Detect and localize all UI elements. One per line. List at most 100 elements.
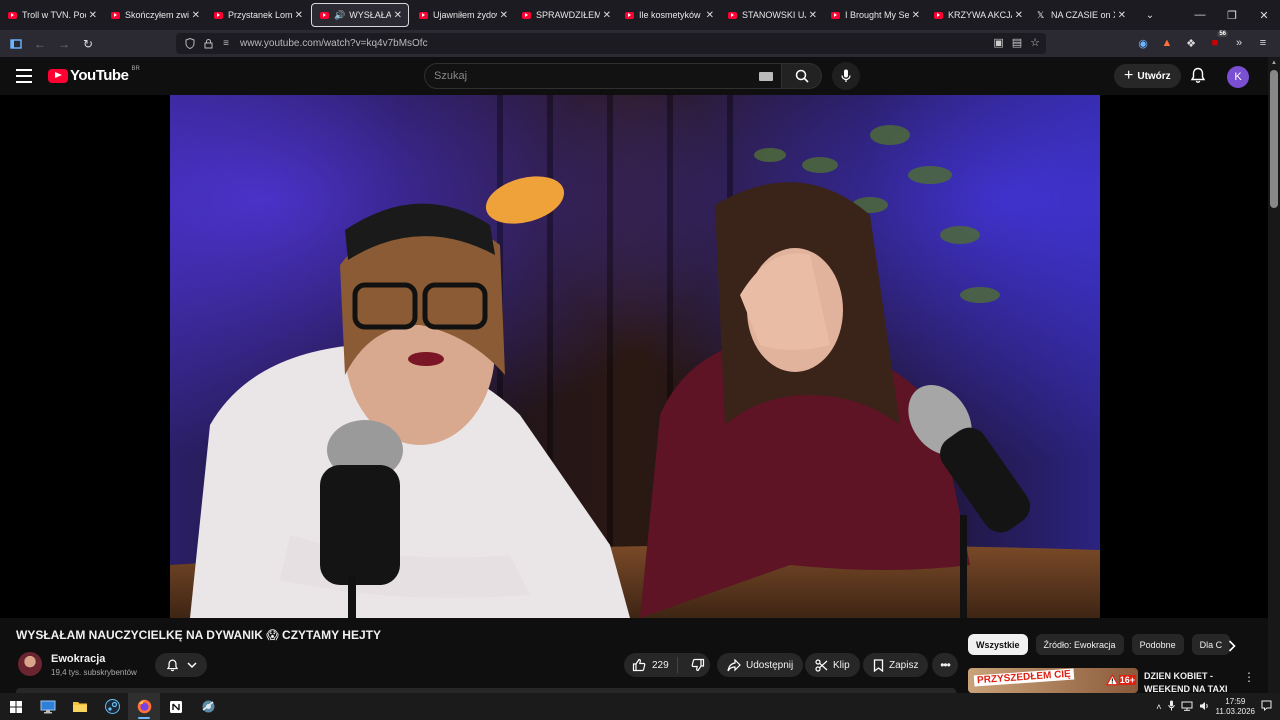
subscription-bell-button[interactable] bbox=[155, 653, 207, 677]
menu-icon[interactable]: ≡ bbox=[1254, 33, 1272, 53]
tab-close-icon[interactable]: ✕ bbox=[1015, 10, 1023, 21]
firefox-icon[interactable] bbox=[128, 693, 160, 720]
browser-tab[interactable]: KRZYWA AKCJA #✕ bbox=[926, 0, 1029, 30]
voice-search-button[interactable] bbox=[832, 62, 860, 90]
browser-tab[interactable]: Skończyłem związ✕ bbox=[103, 0, 206, 30]
ublock-extension-icon[interactable]: ■ 56 bbox=[1206, 31, 1228, 53]
browser-tab[interactable]: 🔊 WYSŁAŁAM N ✕ bbox=[311, 3, 409, 27]
browser-tab-title: Ile kosmetyków w bbox=[639, 10, 703, 20]
search-input[interactable] bbox=[434, 70, 734, 82]
browser-tab-title: WYSŁAŁAM N bbox=[349, 10, 390, 20]
youtube-logo[interactable]: YouTube BR bbox=[48, 66, 140, 84]
channel-avatar[interactable] bbox=[18, 652, 42, 676]
speaker-icon[interactable]: 🔊 bbox=[334, 10, 345, 21]
browser-tab[interactable]: Ujawniłem żydows✕ bbox=[411, 0, 514, 30]
overflow-chevron-icon[interactable]: » bbox=[1230, 33, 1248, 53]
lock-icon[interactable] bbox=[202, 38, 214, 50]
tab-close-icon[interactable]: ✕ bbox=[500, 10, 508, 21]
close-window-icon[interactable]: ✕ bbox=[1248, 0, 1280, 30]
more-actions-button[interactable]: ••• bbox=[932, 653, 958, 677]
thumbs-down-icon bbox=[691, 658, 704, 672]
chip-for-you[interactable]: Dla C bbox=[1191, 634, 1231, 655]
create-label: Utwórz bbox=[1137, 70, 1171, 82]
tab-close-icon[interactable]: ✕ bbox=[706, 10, 714, 21]
browser-tab[interactable]: SPRAWDZIŁEM CZ✕ bbox=[514, 0, 617, 30]
clip-button[interactable]: Klip bbox=[805, 653, 860, 677]
video-player[interactable] bbox=[0, 95, 1268, 618]
like-dislike-group: 229 bbox=[624, 653, 710, 677]
windows-start-icon[interactable] bbox=[0, 693, 32, 720]
tab-close-icon[interactable]: ✕ bbox=[295, 10, 303, 21]
minimize-icon[interactable]: — bbox=[1184, 0, 1216, 30]
search-box[interactable] bbox=[424, 63, 782, 89]
scissors-icon bbox=[815, 658, 828, 672]
back-icon[interactable]: ← bbox=[28, 32, 52, 56]
browser-tab[interactable]: Ile kosmetyków w ✕ bbox=[617, 0, 720, 30]
notion-icon[interactable] bbox=[160, 693, 192, 720]
browser-tab[interactable]: Przystanek Lomba✕ bbox=[206, 0, 309, 30]
steam-icon[interactable] bbox=[96, 693, 128, 720]
recommendation-more-icon[interactable]: ⋮ bbox=[1243, 670, 1255, 684]
channel-name[interactable]: Ewokracja bbox=[51, 653, 105, 665]
tab-close-icon[interactable]: ✕ bbox=[809, 10, 817, 21]
save-button[interactable]: Zapisz bbox=[863, 653, 929, 677]
video-still bbox=[170, 95, 1100, 618]
permissions-icon[interactable]: ≡ bbox=[220, 38, 232, 50]
volume-icon[interactable] bbox=[1199, 701, 1210, 713]
tab-list-chevron-icon[interactable]: ⌄ bbox=[1140, 10, 1160, 21]
account-avatar[interactable]: K bbox=[1227, 66, 1249, 88]
vpn-extension-icon[interactable]: ◉ bbox=[1134, 33, 1152, 53]
guide-menu-icon[interactable] bbox=[14, 67, 34, 85]
dislike-button[interactable] bbox=[683, 658, 713, 672]
youtube-icon bbox=[934, 11, 943, 19]
scroll-up-arrow-icon[interactable]: ▲ bbox=[1270, 60, 1278, 66]
address-bar[interactable]: ≡ www.youtube.com/watch?v=kq4v7bMsOfc ▣ … bbox=[176, 33, 1046, 54]
fox-extension-icon[interactable]: ▲ bbox=[1158, 33, 1176, 53]
chips-next-chevron-icon[interactable] bbox=[1228, 639, 1236, 657]
video-frame[interactable] bbox=[170, 95, 1100, 618]
system-tray: ˄ 17:59 11.03.2026 bbox=[1156, 693, 1280, 720]
clock[interactable]: 17:59 11.03.2026 bbox=[1216, 697, 1255, 717]
url-text: www.youtube.com/watch?v=kq4v7bMsOfc bbox=[240, 38, 428, 49]
browser-tab[interactable]: STANOWSKI UJAW✕ bbox=[720, 0, 823, 30]
tray-overflow-icon[interactable]: ˄ bbox=[1156, 702, 1161, 712]
recommendation-thumbnail[interactable]: PRZYSZEDŁEM CIĘ 16+ bbox=[968, 668, 1138, 693]
microphone-tray-icon[interactable] bbox=[1167, 700, 1175, 713]
scrollbar-thumb[interactable] bbox=[1270, 70, 1278, 208]
reload-icon[interactable]: ↻ bbox=[76, 32, 100, 56]
keyboard-icon[interactable] bbox=[759, 72, 773, 81]
tab-close-icon[interactable]: ✕ bbox=[603, 10, 611, 21]
browser-tab[interactable]: Troll w TVN. Poczu✕ bbox=[0, 0, 103, 30]
network-icon[interactable] bbox=[1181, 701, 1193, 713]
chip-source[interactable]: Źródło: Ewokracja bbox=[1035, 634, 1124, 655]
like-button[interactable]: 229 bbox=[624, 657, 678, 673]
app-gear-icon[interactable] bbox=[192, 693, 224, 720]
bookmark-star-icon[interactable]: ☆ bbox=[1030, 36, 1040, 49]
tab-close-icon[interactable]: ✕ bbox=[394, 10, 402, 21]
browser-tab[interactable]: 𝕏 NA CZASIE on X: "✕ bbox=[1029, 0, 1132, 30]
tab-close-icon[interactable]: ✕ bbox=[89, 10, 97, 21]
search-button[interactable] bbox=[782, 63, 822, 89]
notifications-bell-icon[interactable] bbox=[1190, 67, 1206, 89]
youtube-icon bbox=[728, 11, 737, 19]
sidebar-toggle-icon[interactable] bbox=[4, 32, 28, 56]
chip-similar[interactable]: Podobne bbox=[1131, 634, 1184, 655]
extensions-puzzle-icon[interactable]: ❖ bbox=[1182, 33, 1200, 53]
picture-in-picture-icon[interactable]: ▣ bbox=[993, 36, 1003, 49]
reader-view-icon[interactable]: ▤ bbox=[1012, 36, 1022, 49]
tab-close-icon[interactable]: ✕ bbox=[912, 10, 920, 21]
notifications-center-icon[interactable] bbox=[1261, 700, 1272, 713]
browser-tab[interactable]: I Brought My Secr✕ bbox=[823, 0, 926, 30]
shield-icon[interactable] bbox=[184, 37, 196, 50]
share-button[interactable]: Udostępnij bbox=[717, 653, 804, 677]
restore-icon[interactable]: ❐ bbox=[1216, 0, 1248, 30]
browser-tab-title: Skończyłem związ bbox=[125, 10, 189, 20]
forward-icon[interactable]: → bbox=[52, 32, 76, 56]
create-button[interactable]: + Utwórz bbox=[1114, 64, 1181, 88]
chip-all[interactable]: Wszystkie bbox=[968, 634, 1028, 655]
windows-taskbar: ˄ 17:59 11.03.2026 bbox=[0, 693, 1280, 720]
tab-close-icon[interactable]: ✕ bbox=[1118, 10, 1126, 21]
file-explorer-icon[interactable] bbox=[64, 693, 96, 720]
tab-close-icon[interactable]: ✕ bbox=[192, 10, 200, 21]
computer-icon[interactable] bbox=[32, 693, 64, 720]
